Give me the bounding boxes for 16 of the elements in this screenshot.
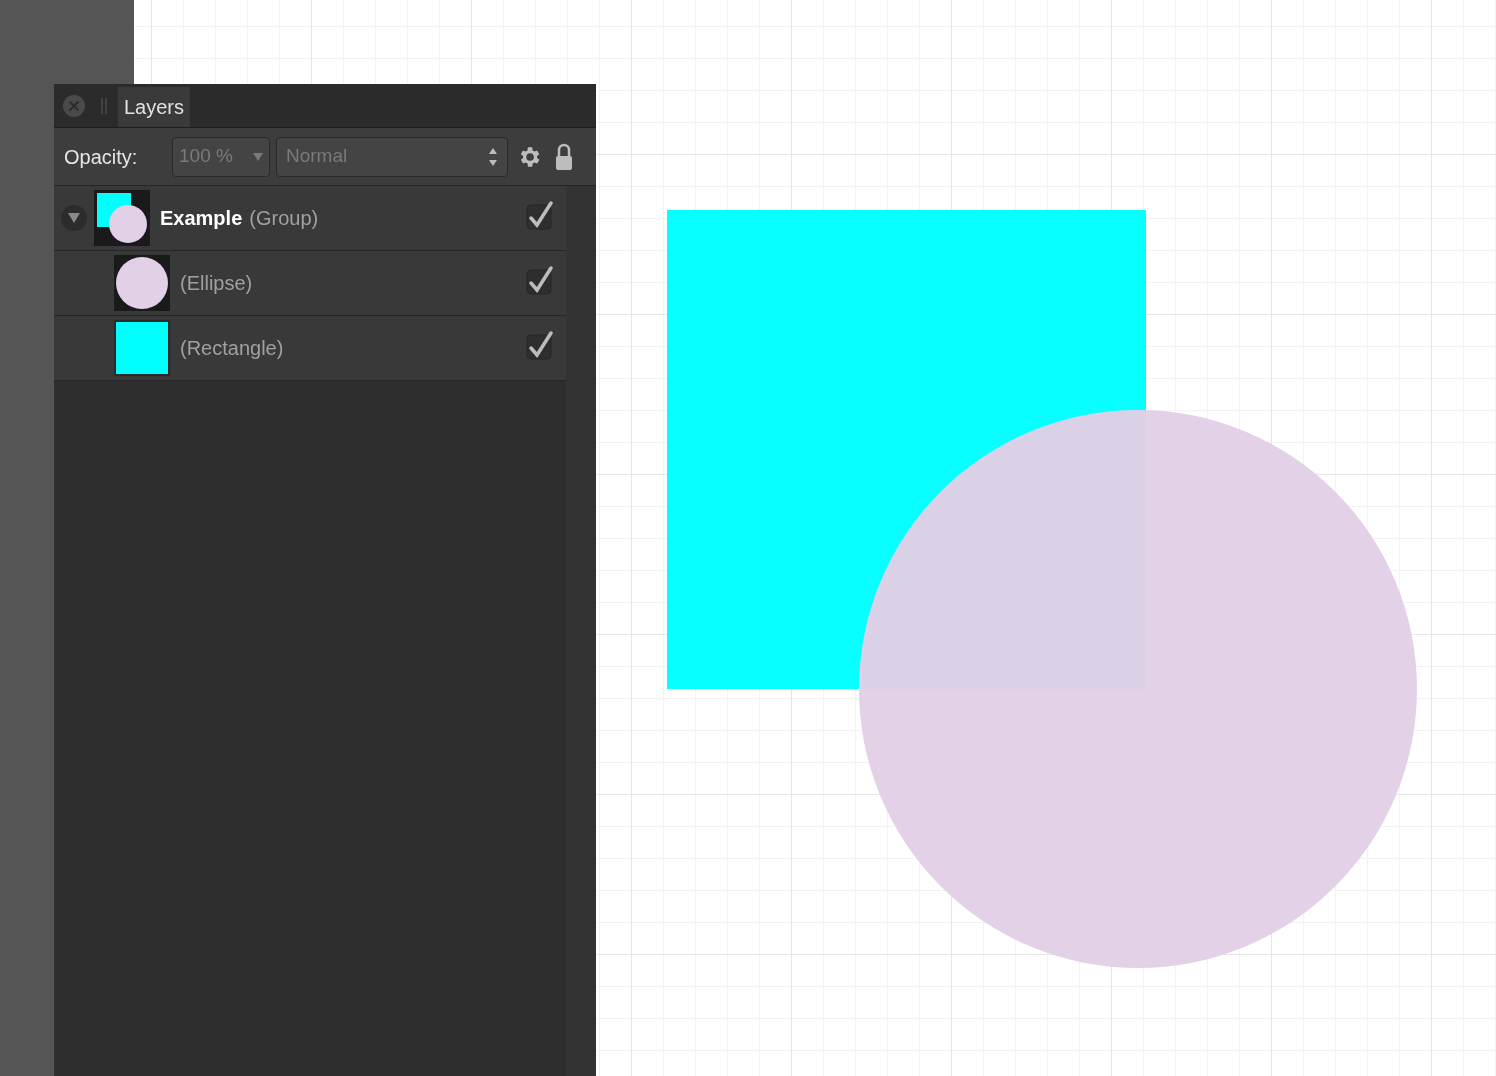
ellipse-thumbnail bbox=[114, 255, 170, 311]
layer-type: (Group) bbox=[249, 206, 319, 231]
lock-icon[interactable] bbox=[554, 142, 574, 171]
caret-icon bbox=[253, 152, 263, 161]
opacity-label: Opacity: bbox=[64, 144, 139, 170]
layer-type: (Rectangle) bbox=[180, 336, 284, 361]
panel-tab[interactable]: Layers bbox=[118, 87, 191, 127]
expand-toggle[interactable] bbox=[61, 205, 87, 231]
visibility-checkbox[interactable] bbox=[526, 330, 554, 360]
group-thumbnail bbox=[94, 190, 150, 246]
visibility-checkbox[interactable] bbox=[526, 200, 554, 230]
rectangle-thumbnail bbox=[114, 320, 170, 376]
visibility-checkbox[interactable] bbox=[526, 265, 554, 295]
layer-type: (Ellipse) bbox=[180, 271, 253, 296]
layer-name: Example bbox=[160, 206, 243, 231]
caret-icon bbox=[67, 212, 81, 224]
